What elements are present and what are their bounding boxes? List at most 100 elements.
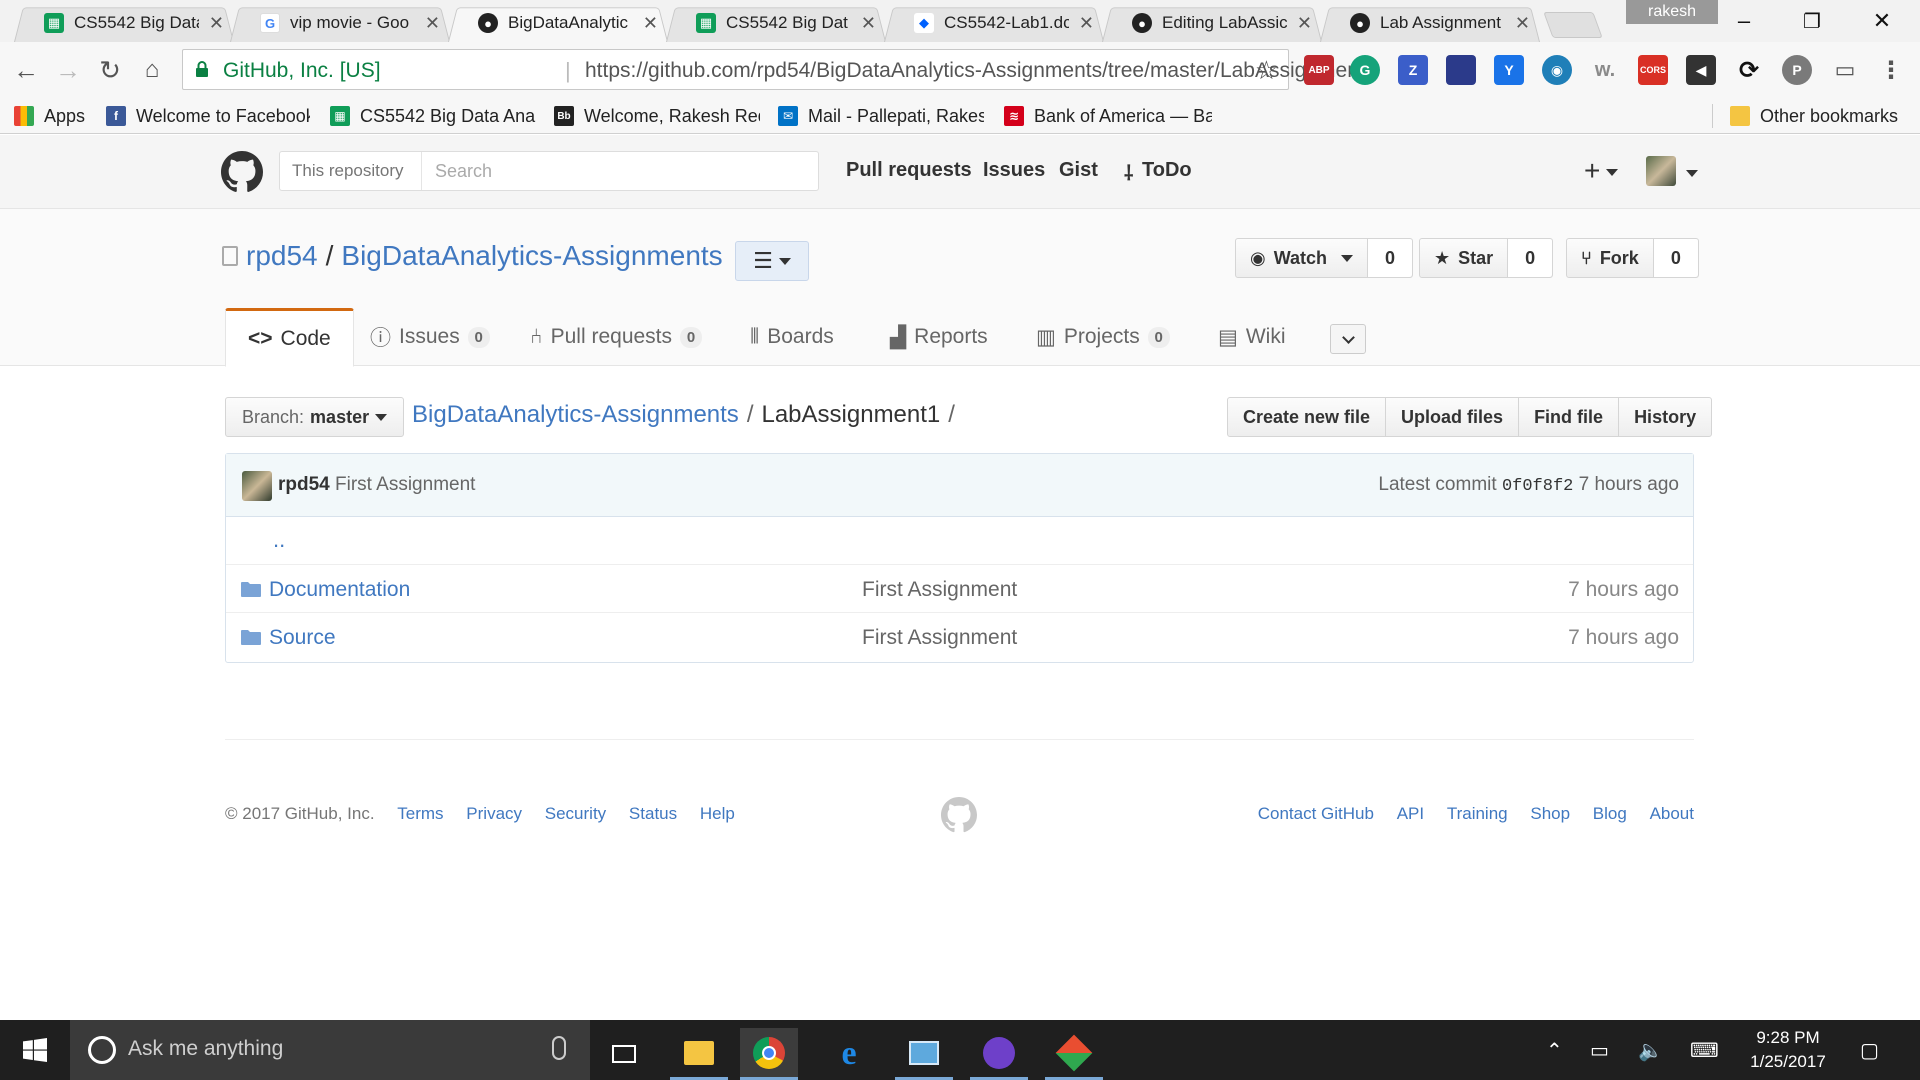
nav-gist[interactable]: Gist <box>1059 159 1098 182</box>
chrome-icon[interactable] <box>740 1028 798 1080</box>
close-icon[interactable]: ✕ <box>425 13 440 34</box>
footer-link-about[interactable]: About <box>1650 804 1694 823</box>
taskbar-clock[interactable]: 9:28 PM 1/25/2017 <box>1740 1026 1836 1074</box>
forward-icon[interactable]: → <box>50 52 86 88</box>
address-bar[interactable]: GitHub, Inc. [US] | https://github.com/r… <box>182 49 1376 90</box>
extension-icon[interactable] <box>1446 55 1476 85</box>
reload-icon[interactable]: ↻ <box>92 52 128 88</box>
star-count[interactable]: 0 <box>1508 239 1553 277</box>
cast-icon[interactable]: ▭ <box>1830 55 1860 85</box>
bookmark-star-icon[interactable]: ☆ <box>1255 55 1278 86</box>
keyboard-icon[interactable]: ⌨ <box>1690 1038 1719 1063</box>
file-commit-message-link[interactable]: First Assignment <box>862 626 1017 650</box>
tab-pull-requests[interactable]: ⑃ Pull requests 0 <box>530 308 703 366</box>
adblock-icon[interactable]: ABP <box>1304 55 1334 85</box>
parent-directory-link[interactable]: .. <box>273 527 285 553</box>
tab-code[interactable]: <> Code <box>225 308 354 367</box>
github-mark-icon[interactable] <box>941 797 977 833</box>
footer-link-api[interactable]: API <box>1397 804 1424 823</box>
browser-tab-active[interactable]: ● BigDataAnalytic ✕ <box>448 4 668 42</box>
commit-sha-link[interactable]: 0f0f8f2 <box>1502 477 1573 496</box>
browser-tab[interactable]: ● Editing LabAssic ✕ <box>1102 4 1322 42</box>
footer-link-status[interactable]: Status <box>629 804 677 823</box>
footer-link-contact[interactable]: Contact GitHub <box>1258 804 1374 823</box>
repo-owner-link[interactable]: rpd54 <box>246 240 318 271</box>
close-icon[interactable]: ✕ <box>1297 13 1312 34</box>
footer-link-help[interactable]: Help <box>700 804 735 823</box>
github-search[interactable]: This repository <box>279 151 819 191</box>
wordpress-icon[interactable]: w. <box>1590 55 1620 85</box>
bookmark-facebook[interactable]: f Welcome to Facebook <box>106 102 310 130</box>
bookmark-bofa[interactable]: ≋ Bank of America — Ba <box>1004 102 1212 130</box>
footer-link-blog[interactable]: Blog <box>1593 804 1627 823</box>
battery-icon[interactable]: ▭ <box>1590 1038 1609 1063</box>
profile-badge[interactable]: rakesh <box>1626 0 1718 24</box>
fork-button[interactable]: ⑂ Fork 0 <box>1566 238 1699 278</box>
menu-icon[interactable]: ⋮ <box>1876 55 1906 85</box>
footer-link-security[interactable]: Security <box>545 804 606 823</box>
browser-tab[interactable]: G vip movie - Goo ✕ <box>230 4 450 42</box>
commit-author-link[interactable]: rpd54 <box>278 474 330 496</box>
tab-wiki[interactable]: ▤ Wiki <box>1218 308 1286 366</box>
volume-icon[interactable]: 🔈 <box>1638 1038 1663 1063</box>
yoast-icon[interactable]: Y <box>1494 55 1524 85</box>
minimize-icon[interactable]: – <box>1716 0 1772 42</box>
github-desktop-icon[interactable] <box>970 1028 1028 1080</box>
file-explorer-icon[interactable] <box>670 1028 728 1080</box>
create-new-icon[interactable]: + <box>1584 155 1619 187</box>
vscode-icon[interactable]: ◀ <box>1686 55 1716 85</box>
list-menu-icon[interactable]: ☰ <box>735 241 809 281</box>
more-tabs-button[interactable] <box>1330 324 1366 354</box>
close-icon[interactable]: ✕ <box>209 13 224 34</box>
star-button[interactable]: ★ Star 0 <box>1419 238 1554 278</box>
tab-projects[interactable]: ▥ Projects 0 <box>1036 308 1170 366</box>
browser-tab[interactable]: ◆ CS5542-Lab1.dc ✕ <box>884 4 1104 42</box>
windows-start-icon[interactable] <box>0 1020 70 1080</box>
file-name-link[interactable]: Documentation <box>269 578 410 602</box>
file-name-link[interactable]: Source <box>269 626 336 650</box>
cortana-search[interactable]: Ask me anything <box>70 1020 590 1080</box>
eye-icon[interactable]: ◉ <box>1542 55 1572 85</box>
pinterest-icon[interactable]: P <box>1782 55 1812 85</box>
footer-link-terms[interactable]: Terms <box>397 804 443 823</box>
branch-select[interactable]: Branch: master <box>225 397 405 437</box>
repo-name-link[interactable]: BigDataAnalytics-Assignments <box>341 240 722 271</box>
microphone-icon[interactable] <box>552 1036 566 1060</box>
upload-files-button[interactable]: Upload files <box>1386 398 1520 436</box>
file-commit-message-link[interactable]: First Assignment <box>862 578 1017 602</box>
new-tab-button[interactable] <box>1543 12 1603 38</box>
close-icon[interactable]: ✕ <box>1079 13 1094 34</box>
sync-icon[interactable]: ⟳ <box>1734 55 1764 85</box>
watch-button[interactable]: ◉ Watch 0 <box>1235 238 1414 278</box>
tab-boards[interactable]: ⦀ Boards <box>750 308 834 366</box>
git-icon[interactable] <box>1045 1028 1103 1080</box>
history-button[interactable]: History <box>1619 398 1711 436</box>
back-icon[interactable]: ← <box>8 52 44 88</box>
nav-todo[interactable]: ToDo <box>1142 159 1192 182</box>
tab-issues[interactable]: ⓘ Issues 0 <box>370 308 490 366</box>
app-window-icon[interactable] <box>895 1028 953 1080</box>
edge-icon[interactable]: e <box>820 1028 878 1080</box>
nav-issues[interactable]: Issues <box>983 159 1045 182</box>
breadcrumb-root-link[interactable]: BigDataAnalytics-Assignments <box>412 401 739 428</box>
bookmark-mail[interactable]: ✉ Mail - Pallepati, Rakes <box>778 102 984 130</box>
footer-link-privacy[interactable]: Privacy <box>466 804 522 823</box>
other-bookmarks[interactable]: Other bookmarks <box>1730 102 1910 130</box>
nav-pull-requests[interactable]: Pull requests <box>846 159 972 182</box>
chevron-up-icon[interactable]: ⌃ <box>1546 1038 1563 1063</box>
tab-reports[interactable]: ▟ Reports <box>890 308 988 366</box>
window-close-icon[interactable]: ✕ <box>1854 0 1910 42</box>
browser-tab[interactable]: ● Lab Assignment ✕ <box>1320 4 1540 42</box>
grammarly-icon[interactable]: G <box>1350 55 1380 85</box>
footer-link-training[interactable]: Training <box>1447 804 1508 823</box>
browser-tab[interactable]: ▦ CS5542 Big Dat ✕ <box>666 4 886 42</box>
watch-count[interactable]: 0 <box>1368 239 1413 277</box>
footer-link-shop[interactable]: Shop <box>1530 804 1570 823</box>
bookmark-blackboard[interactable]: Bb Welcome, Rakesh Red <box>554 102 760 130</box>
browser-tab[interactable]: ▦ CS5542 Big Data ✕ <box>14 4 234 42</box>
avatar[interactable] <box>242 471 272 501</box>
close-icon[interactable]: ✕ <box>861 13 876 34</box>
home-icon[interactable]: ⌂ <box>134 52 170 88</box>
fork-count[interactable]: 0 <box>1653 239 1698 277</box>
github-logo-icon[interactable] <box>221 151 263 193</box>
